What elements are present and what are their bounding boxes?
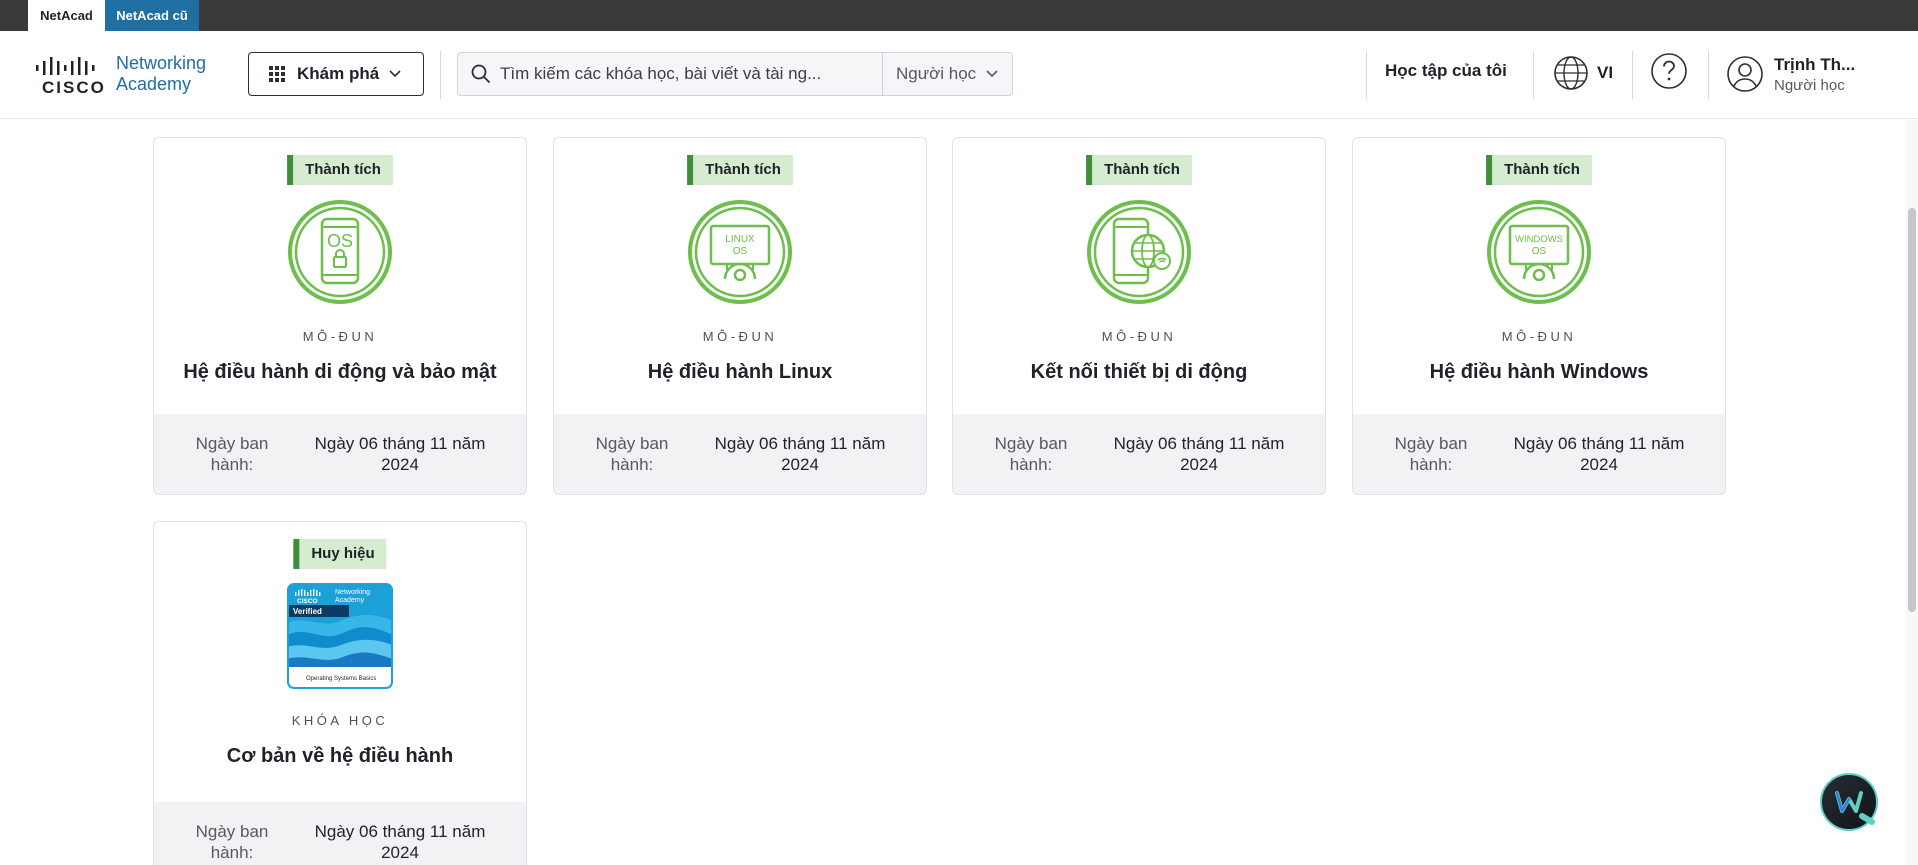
explore-label: Khám phá (297, 64, 380, 83)
language-label: VI (1597, 63, 1614, 82)
issue-date-value: Ngày 06 tháng 11 năm 2024 (1513, 434, 1685, 474)
logo-cisco-wordmark: CISCO (42, 78, 106, 97)
issue-date-value: Ngày 06 tháng 11 năm 2024 (1113, 434, 1285, 474)
svg-text:CISCO: CISCO (297, 598, 318, 605)
header-divider (1632, 51, 1633, 99)
cisco-networking-academy-logo[interactable]: CISCO Networking Academy (36, 51, 226, 101)
achievement-card[interactable]: Thành tích WINDOWS OS MÔ-ĐUN Hệ điều hàn… (1352, 137, 1726, 495)
globe-icon (1554, 56, 1588, 90)
achievement-tag: Thành tích (687, 155, 793, 185)
course-verified-badge-icon: CISCO Networking Academy Verified Operat… (287, 583, 393, 689)
issue-date-value: Ngày 06 tháng 11 năm 2024 (714, 434, 886, 474)
linux-os-badge-icon: LINUX OS (688, 200, 792, 304)
card-footer: Ngày ban hành: Ngày 06 tháng 11 năm 2024 (154, 414, 526, 494)
search-input[interactable] (500, 64, 880, 84)
issue-date-label: Ngày ban hành: (195, 822, 269, 862)
card-title: Cơ bản về hệ điều hành (226, 745, 454, 767)
my-learning-link[interactable]: Học tập của tôi (1385, 61, 1507, 81)
scrollbar-thumb[interactable] (1908, 208, 1916, 612)
user-role: Người học (1774, 76, 1845, 94)
role-select-value: Người học (896, 64, 977, 83)
header-divider (1533, 51, 1534, 99)
logo-academy-text: Networking Academy (116, 53, 207, 94)
card-footer: Ngày ban hành: Ngày 06 tháng 11 năm 2024 (154, 802, 526, 865)
tab-netacad[interactable]: NetAcad (28, 0, 105, 31)
achievement-tag: Thành tích (1486, 155, 1592, 185)
card-title: Hệ điều hành Linux (647, 361, 833, 383)
svg-text:Verified: Verified (293, 607, 322, 616)
language-selector[interactable]: VI (1553, 53, 1613, 93)
top-strip: NetAcad NetAcad cũ (0, 0, 1918, 31)
card-footer: Ngày ban hành: Ngày 06 tháng 11 năm 2024 (953, 414, 1325, 494)
user-menu[interactable]: Trịnh Th... Người học (1726, 52, 1855, 96)
achievement-tag: Thành tích (1086, 155, 1192, 185)
item-type-label: MÔ-ĐUN (1501, 329, 1577, 344)
issue-date-label: Ngày ban hành: (994, 434, 1068, 474)
tab-netacad-legacy[interactable]: NetAcad cũ (105, 0, 199, 31)
item-type-label: MÔ-ĐUN (302, 329, 378, 344)
explore-button[interactable]: Khám phá (248, 52, 424, 96)
cisco-bars-icon (36, 57, 95, 75)
issue-date-label: Ngày ban hành: (195, 434, 269, 474)
issue-date-label: Ngày ban hành: (595, 434, 669, 474)
user-avatar-icon (1727, 56, 1763, 92)
help-icon (1651, 53, 1687, 89)
svg-text:WINDOWS: WINDOWS (1515, 234, 1563, 245)
badge-tag: Huy hiệu (293, 539, 387, 569)
header-divider (1708, 51, 1709, 99)
badge-card[interactable]: Huy hiệu CISCO Networking Academy Verifi… (153, 521, 527, 865)
chevron-down-icon (986, 70, 998, 78)
issue-date-label: Ngày ban hành: (1394, 434, 1468, 474)
achievement-tag: Thành tích (287, 155, 393, 185)
search-icon (471, 64, 491, 84)
mobile-connectivity-badge-icon (1087, 200, 1191, 304)
user-name: Trịnh Th... (1774, 54, 1856, 74)
issue-date-value: Ngày 06 tháng 11 năm 2024 (314, 822, 486, 862)
search-box[interactable] (457, 52, 883, 96)
card-title: Hệ điều hành Windows (1429, 361, 1649, 383)
achievement-card[interactable]: Thành tích OS MÔ-ĐUN Hệ điều hành di độn… (153, 137, 527, 495)
item-type-label: KHÓA HỌC (291, 713, 389, 728)
svg-text:OS: OS (733, 246, 748, 257)
assistant-launcher-icon[interactable] (1820, 773, 1878, 831)
svg-text:LINUX: LINUX (725, 234, 755, 245)
card-footer: Ngày ban hành: Ngày 06 tháng 11 năm 2024 (1353, 414, 1725, 494)
card-title: Kết nối thiết bị di động (1030, 361, 1248, 383)
header-divider (1366, 51, 1367, 99)
card-title: Hệ điều hành di động và bảo mật (183, 361, 497, 383)
svg-text:Networking: Networking (335, 589, 370, 596)
chevron-down-icon (389, 70, 401, 78)
svg-text:OS: OS (1532, 246, 1547, 257)
item-type-label: MÔ-ĐUN (1101, 329, 1177, 344)
achievement-card[interactable]: Thành tích LINUX OS MÔ-ĐUN Hệ điều hành … (553, 137, 927, 495)
site-header: CISCO Networking Academy Khám phá Người … (0, 31, 1918, 119)
item-type-label: MÔ-ĐUN (702, 329, 778, 344)
svg-text:Academy: Academy (335, 597, 365, 604)
card-footer: Ngày ban hành: Ngày 06 tháng 11 năm 2024 (554, 414, 926, 494)
help-button[interactable] (1650, 52, 1688, 95)
windows-os-badge-icon: WINDOWS OS (1487, 200, 1591, 304)
svg-text:OS: OS (327, 231, 353, 251)
role-select[interactable]: Người học (882, 52, 1013, 96)
svg-text:Operating Systems Basics: Operating Systems Basics (306, 676, 376, 682)
header-divider (440, 51, 441, 99)
issue-date-value: Ngày 06 tháng 11 năm 2024 (314, 434, 486, 474)
mobile-os-security-badge-icon: OS (288, 200, 392, 304)
apps-grid-icon (269, 66, 285, 82)
achievement-card[interactable]: Thành tích MÔ-ĐUN Kết nối thiết bị di độ… (952, 137, 1326, 495)
